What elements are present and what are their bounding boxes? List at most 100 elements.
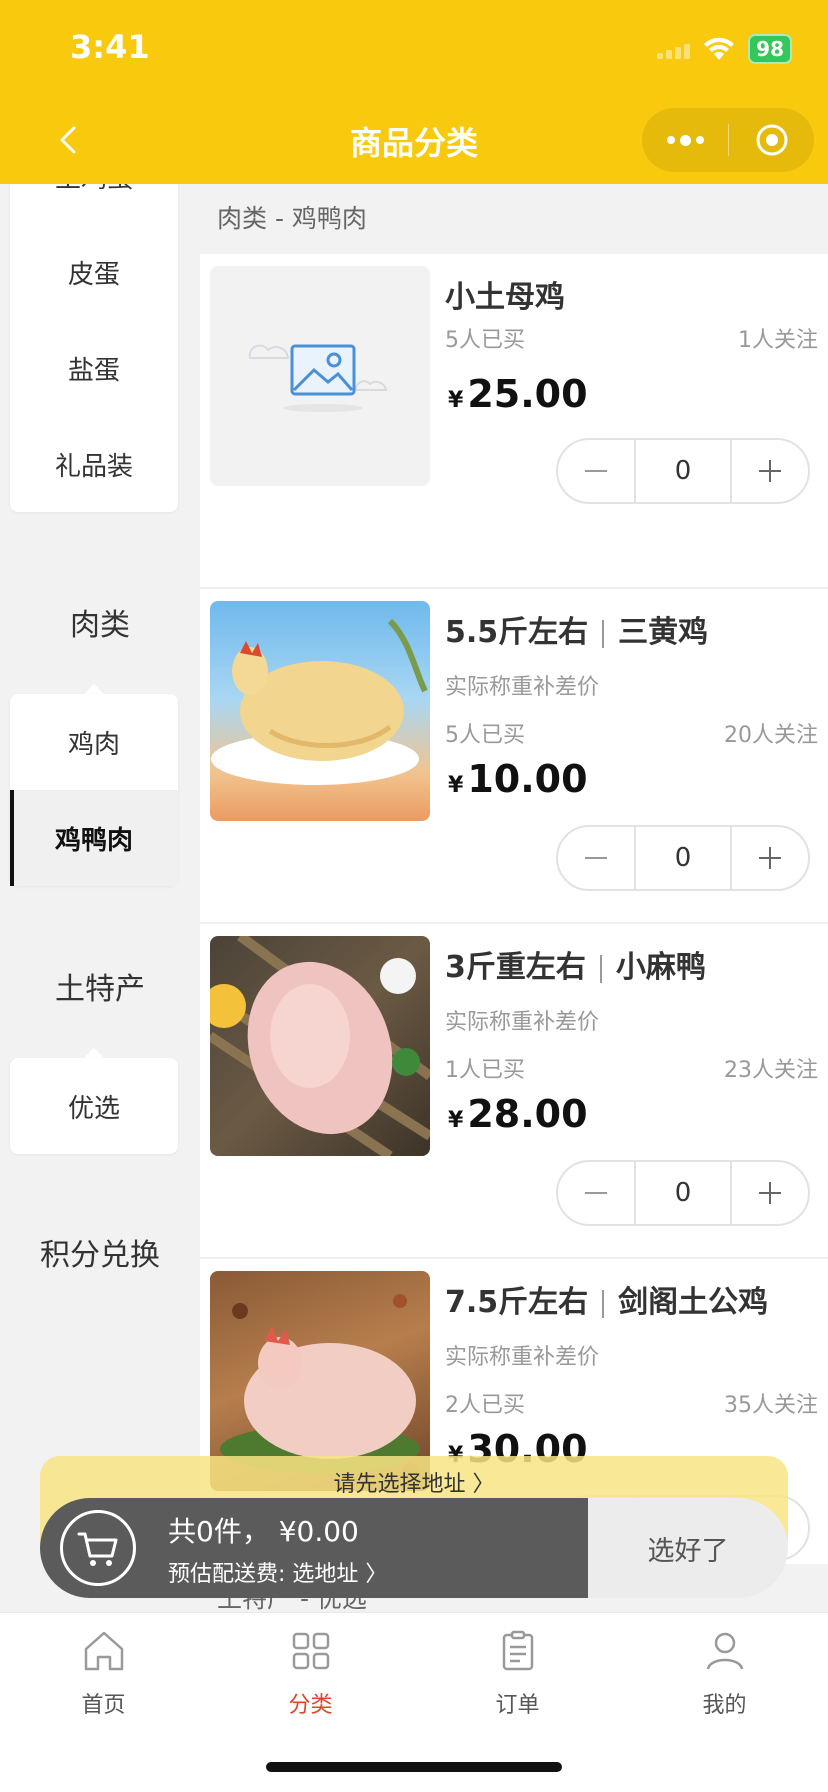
cart-bar: 共0件， ¥0.00 预估配送费: 选地址 〉 选好了 (40, 1498, 788, 1598)
delivery-fee[interactable]: 预估配送费: 选地址 〉 (168, 1556, 387, 1588)
signal-icon (657, 39, 691, 59)
product-card[interactable]: 小土母鸡 5人已买 1人关注 ¥25.00 0 (200, 254, 828, 589)
category-sidebar: 土鸡蛋 皮蛋 盐蛋 礼品装 肉类 鸡肉 鸡鸭肉 土特产 优选 积分兑换 (0, 184, 200, 1612)
expand-indicator (84, 1048, 104, 1058)
address-tip-text: 请先选择地址 〉 (333, 1472, 495, 1497)
subcategory-item[interactable]: 盐蛋 (10, 320, 178, 416)
clipboard-icon (502, 1630, 533, 1671)
minus-icon (585, 857, 607, 859)
product-name-part: 7.5斤左右 (445, 1285, 589, 1320)
category-local[interactable]: 土特产 (0, 964, 200, 1008)
minus-button[interactable] (558, 1162, 634, 1224)
product-sold: 2人已买 (445, 1393, 525, 1418)
currency-symbol: ¥ (448, 1108, 464, 1133)
quantity-value[interactable]: 0 (634, 1162, 732, 1224)
top-header: 3:41 98 商品分类 (0, 0, 828, 184)
tab-label: 分类 (288, 1693, 333, 1718)
subcategory-item[interactable]: 优选 (10, 1058, 178, 1154)
product-subtitle: 实际称重补差价 (445, 1010, 600, 1035)
product-name-part: 小麻鸭 (615, 950, 706, 985)
quantity-stepper: 0 (556, 825, 810, 891)
product-price: ¥10.00 (448, 757, 588, 801)
product-card[interactable]: 5.5斤左右 三黄鸡 实际称重补差价 5人已买 20人关注 ¥10.00 0 (200, 589, 828, 924)
tab-label: 订单 (495, 1693, 540, 1718)
quantity-stepper: 0 (556, 438, 810, 504)
image-placeholder-icon (210, 266, 430, 486)
checkout-button[interactable]: 选好了 (588, 1498, 788, 1598)
subcategory-group-eggs: 土鸡蛋 皮蛋 盐蛋 礼品装 (10, 184, 178, 512)
subcategory-group-local: 优选 (10, 1058, 178, 1154)
minus-icon (585, 1192, 607, 1194)
home-indicator (266, 1762, 562, 1772)
grid-icon (292, 1632, 329, 1670)
more-dots-icon[interactable] (642, 108, 728, 172)
product-follow: 35人关注 (724, 1393, 818, 1418)
minus-icon (585, 470, 607, 472)
product-name: 7.5斤左右 剑阁土公鸡 (445, 1277, 768, 1321)
mini-program-capsule (642, 108, 814, 172)
target-circle-icon[interactable] (729, 108, 814, 172)
name-divider (602, 619, 605, 648)
battery-icon: 98 (748, 34, 792, 64)
plus-button[interactable] (732, 1162, 808, 1224)
wifi-icon (704, 37, 735, 60)
user-icon (706, 1632, 743, 1670)
price-value: 10.00 (467, 757, 588, 801)
minus-button[interactable] (558, 440, 634, 502)
price-value: 28.00 (467, 1092, 588, 1136)
category-meat[interactable]: 肉类 (0, 600, 200, 644)
product-card[interactable]: 3斤重左右 小麻鸭 实际称重补差价 1人已买 23人关注 ¥28.00 0 (200, 924, 828, 1259)
quantity-value[interactable]: 0 (634, 827, 732, 889)
subcategory-item-active[interactable]: 鸡鸭肉 (10, 790, 178, 886)
product-name: 3斤重左右 小麻鸭 (445, 942, 706, 986)
product-price: ¥28.00 (448, 1092, 588, 1136)
product-name-part: 5.5斤左右 (445, 615, 589, 650)
subcategory-item[interactable]: 礼品装 (10, 416, 178, 512)
quantity-stepper: 0 (556, 1160, 810, 1226)
currency-symbol: ¥ (448, 773, 464, 798)
product-subtitle: 实际称重补差价 (445, 1345, 600, 1370)
tab-category[interactable]: 分类 (207, 1627, 414, 1719)
minus-button[interactable] (558, 827, 634, 889)
subcategory-item[interactable]: 皮蛋 (10, 224, 178, 320)
subcategory-item[interactable]: 土鸡蛋 (10, 184, 178, 224)
product-follow: 20人关注 (724, 723, 818, 748)
battery-level: 98 (756, 37, 784, 61)
tab-home[interactable]: 首页 (0, 1627, 207, 1719)
product-name: 5.5斤左右 三黄鸡 (445, 607, 708, 651)
subcategory-item[interactable]: 鸡肉 (10, 694, 178, 790)
tab-label: 首页 (81, 1693, 126, 1718)
home-icon (84, 1631, 123, 1671)
tab-orders[interactable]: 订单 (414, 1627, 621, 1719)
chevron-left-icon[interactable] (52, 120, 86, 160)
cart-summary[interactable]: 共0件， ¥0.00 预估配送费: 选地址 〉 (40, 1498, 588, 1598)
plus-icon (759, 847, 781, 869)
product-sold: 1人已买 (445, 1058, 525, 1083)
product-name-part: 剑阁土公鸡 (618, 1285, 769, 1320)
expand-indicator (84, 684, 104, 694)
currency-symbol: ¥ (448, 388, 464, 413)
product-image (210, 601, 430, 821)
name-divider (602, 1289, 605, 1318)
plus-icon (759, 1182, 781, 1204)
product-follow: 23人关注 (724, 1058, 818, 1083)
subcategory-group-meat: 鸡肉 鸡鸭肉 (10, 694, 178, 886)
plus-button[interactable] (732, 827, 808, 889)
product-name-part: 3斤重左右 (445, 950, 586, 985)
plus-button[interactable] (732, 440, 808, 502)
product-list: 肉类 - 鸡鸭肉 小土母鸡 5人已买 1人关注 ¥25.00 0 5.5斤左右 … (200, 184, 828, 1612)
product-price: ¥25.00 (448, 372, 588, 416)
product-follow: 1人关注 (738, 328, 818, 353)
product-sold: 5人已买 (445, 723, 525, 748)
tab-label: 我的 (702, 1693, 747, 1718)
category-points[interactable]: 积分兑换 (0, 1230, 200, 1274)
tab-profile[interactable]: 我的 (621, 1627, 828, 1719)
status-icons: 98 (657, 34, 792, 64)
name-divider (599, 954, 602, 983)
product-name: 小土母鸡 (445, 280, 565, 315)
plus-icon (759, 460, 781, 482)
cart-icon[interactable] (60, 1510, 136, 1586)
quantity-value[interactable]: 0 (634, 440, 732, 502)
price-value: 25.00 (467, 372, 588, 416)
status-time: 3:41 (70, 28, 150, 66)
